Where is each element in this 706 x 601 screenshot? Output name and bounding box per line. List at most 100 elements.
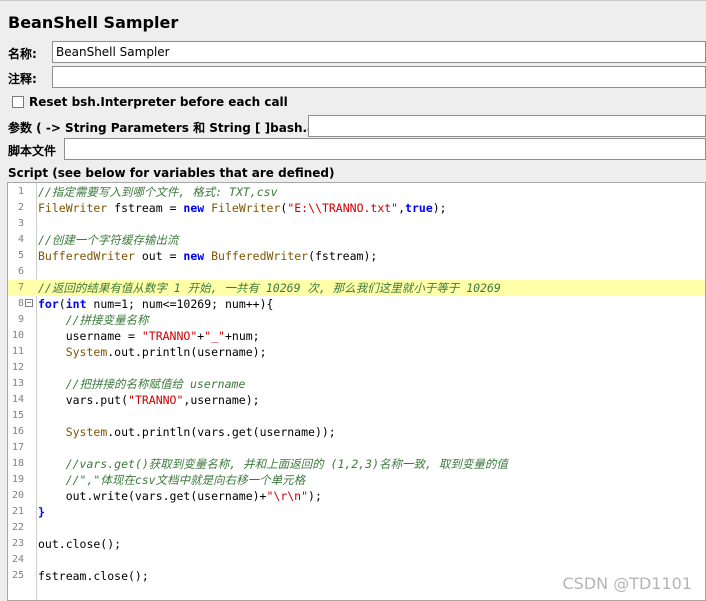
code-line[interactable]: 5 BufferedWriter out = new BufferedWriter… [8,248,705,264]
code-text: +num; [224,329,260,343]
reset-interpreter-checkbox[interactable] [12,96,24,108]
code-keyword: for [38,297,59,311]
code-line[interactable]: 15 [8,408,705,424]
code-line[interactable]: 3 [8,216,705,232]
code-text-line: vars.put("TRANNO",username); [38,392,260,408]
code-line[interactable]: 24 [8,552,705,568]
code-keyword: new [183,249,205,263]
code-line[interactable]: 10 username = "TRANNO"+"_"+num; [8,328,705,344]
code-text-line: FileWriter fstream = new FileWriter("E:\… [38,200,447,216]
code-line[interactable]: 14 vars.put("TRANNO",username); [8,392,705,408]
code-line[interactable]: 12 [8,360,705,376]
code-string: "TRANNO" [128,393,184,407]
code-text: ,username); [183,393,260,407]
code-comment: //返回的结果有值从数字 1 开始, 一共有 10269 次, 那么我们这里就小… [38,281,501,295]
code-type: BufferedWriter [38,249,135,263]
code-line[interactable]: 22 [8,520,705,536]
code-keyword: true [405,201,433,215]
line-number: 18 [11,458,24,469]
code-line[interactable]: 17 [8,440,705,456]
line-number: 2 [17,202,24,213]
code-text-line: } [38,504,45,520]
line-number: 11 [11,346,24,357]
code-line[interactable]: 9 //拼接变量名称 [8,312,705,328]
code-text: ); [308,489,322,503]
code-text: .out.println(username); [107,345,267,359]
script-editor[interactable]: 1 //指定需要写入到哪个文件, 格式: TXT,csv 2 FileWriter f… [7,182,706,601]
comment-input[interactable] [52,66,706,88]
code-text: num=1; num<=10269; num++){ [86,297,274,311]
code-text-line: //vars.get()获取到变量名称, 并和上面返回的 (1,2,3)名称一致… [38,456,508,472]
line-number: 7 [17,282,24,293]
code-line[interactable]: 2 FileWriter fstream = new FileWriter("E:… [8,200,705,216]
code-string: "E:\\TRANNO.txt" [287,201,399,215]
code-line[interactable]: 4 //创建一个字符缓存输出流 [8,232,705,248]
code-text: username = [38,329,142,343]
parameters-input[interactable] [308,115,706,137]
name-input[interactable] [52,41,706,63]
line-number: 5 [17,250,24,261]
fold-toggle-icon[interactable]: − [25,299,33,307]
code-comment: //","体现在csv文档中就是向右移一个单元格 [65,473,306,487]
line-number: 15 [11,410,24,421]
line-number: 3 [17,218,24,229]
code-comment: //指定需要写入到哪个文件, 格式: TXT,csv [38,185,278,199]
code-line[interactable]: 6 [8,264,705,280]
code-text-line: System.out.println(username); [38,344,267,360]
sampler-title: BeanShell Sampler [8,13,179,32]
code-text-line: fstream.close(); [38,568,149,584]
code-text: out = [134,249,184,263]
line-number: 13 [11,378,24,389]
code-keyword: new [183,201,205,215]
line-number: 17 [11,442,24,453]
code-type: BufferedWriter [211,249,309,263]
code-line[interactable]: 13 //把拼接的名称赋值给 username [8,376,705,392]
code-line[interactable]: 7 //返回的结果有值从数字 1 开始, 一共有 10269 次, 那么我们这里就… [8,280,705,296]
line-number: 6 [17,266,24,277]
parameters-label: 参数 ( -> String Parameters 和 String [ ]ba… [8,121,343,135]
script-file-input[interactable] [64,138,706,160]
code-line[interactable]: 20 out.write(vars.get(username)+"\r\n"); [8,488,705,504]
code-type: System [65,345,108,359]
code-line[interactable]: 11 System.out.println(username); [8,344,705,360]
line-number: 1 [17,186,24,197]
comment-label: 注释: [8,72,37,86]
code-line[interactable]: 1 //指定需要写入到哪个文件, 格式: TXT,csv [8,184,705,200]
code-string: "\r\n" [266,489,309,503]
code-text-line: System.out.println(vars.get(username)); [38,424,336,440]
code-type: FileWriter [211,201,281,215]
code-line[interactable]: 8− for(int num=1; num<=10269; num++){ [8,296,705,312]
code-text: fstream.close(); [38,569,149,583]
line-number: 4 [17,234,24,245]
code-text: (fstream); [308,249,378,263]
code-line[interactable]: 23 out.close(); [8,536,705,552]
line-number: 12 [11,362,24,373]
code-text-line: username = "TRANNO"+"_"+num; [38,328,260,344]
code-line[interactable]: 16 System.out.println(vars.get(username)… [8,424,705,440]
code-comment: //拼接变量名称 [65,313,149,327]
code-line[interactable]: 19 //","体现在csv文档中就是向右移一个单元格 [8,472,705,488]
line-number: 23 [11,538,24,549]
line-number: 9 [17,314,24,325]
watermark: CSDN @TD1101 [562,574,692,593]
code-text-line: out.write(vars.get(username)+"\r\n"); [38,488,322,504]
code-text: ); [432,201,447,215]
line-number: 16 [11,426,24,437]
code-text-line: //","体现在csv文档中就是向右移一个单元格 [38,472,305,488]
code-line[interactable]: 18 //vars.get()获取到变量名称, 并和上面返回的 (1,2,3)名… [8,456,705,472]
line-number: 14 [11,394,24,405]
code-text-line: out.close(); [38,536,121,552]
code-text-line: for(int num=1; num<=10269; num++){ [38,296,273,312]
line-number: 25 [11,570,24,581]
line-number: 22 [11,522,24,533]
code-string: "TRANNO" [141,329,198,343]
code-line[interactable]: 21} [8,504,705,520]
script-label: Script (see below for variables that are… [8,166,335,180]
line-number: 21 [11,506,24,517]
code-text-line: //指定需要写入到哪个文件, 格式: TXT,csv [38,184,278,200]
